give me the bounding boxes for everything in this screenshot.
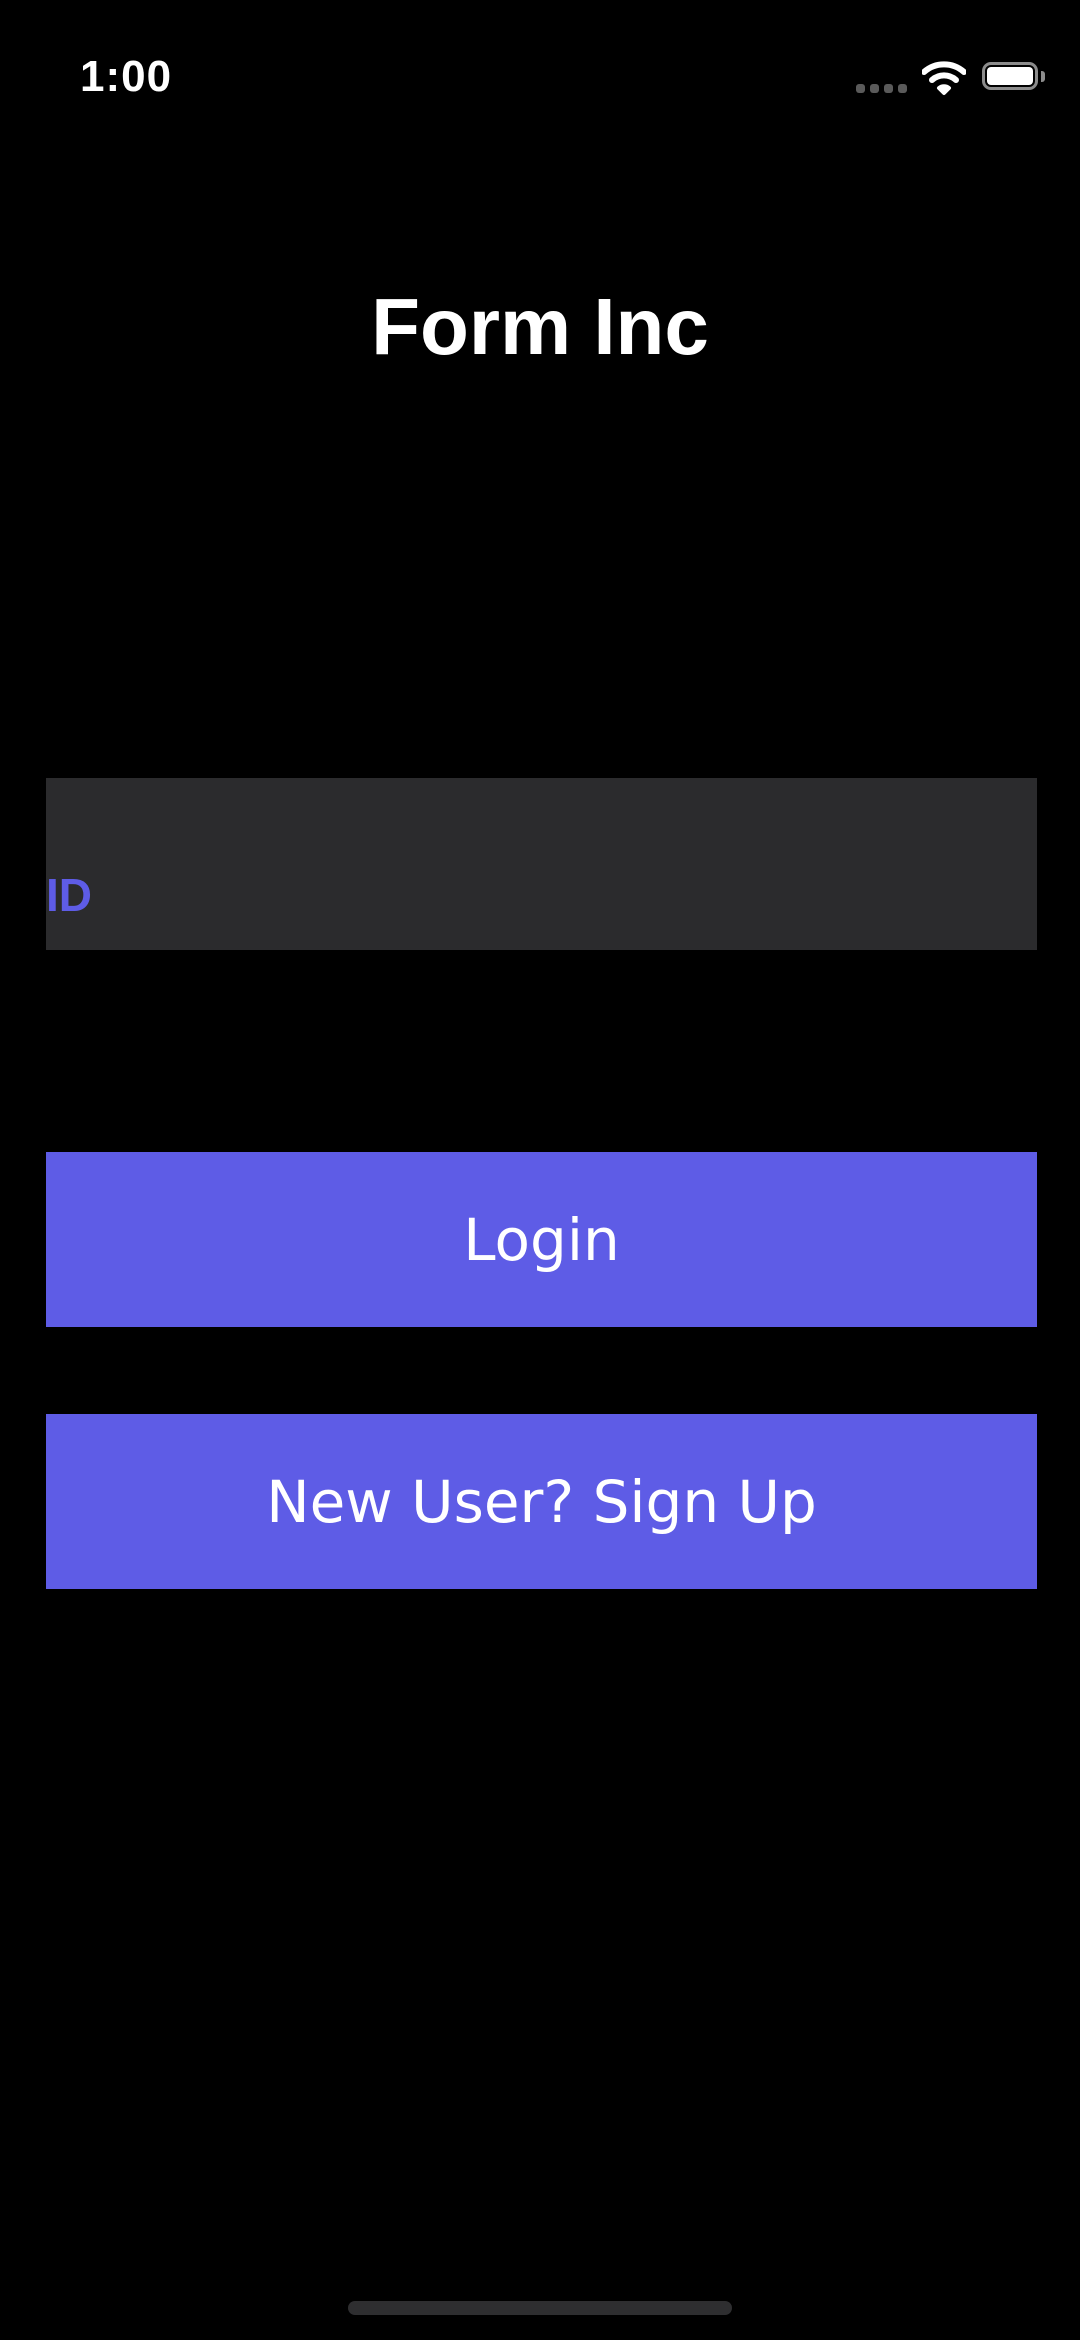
id-field[interactable]: ID	[46, 778, 1037, 950]
battery-icon	[982, 62, 1048, 94]
page-title: Form Inc	[371, 282, 709, 371]
cellular-signal-icon	[856, 84, 908, 94]
login-button[interactable]: Login	[46, 1152, 1037, 1327]
status-bar: 1:00	[0, 0, 1080, 140]
wifi-icon	[922, 61, 966, 95]
signup-button[interactable]: New User? Sign Up	[46, 1414, 1037, 1589]
status-time: 1:00	[80, 52, 173, 101]
id-input[interactable]	[46, 778, 1037, 950]
home-indicator[interactable]	[348, 2301, 732, 2315]
